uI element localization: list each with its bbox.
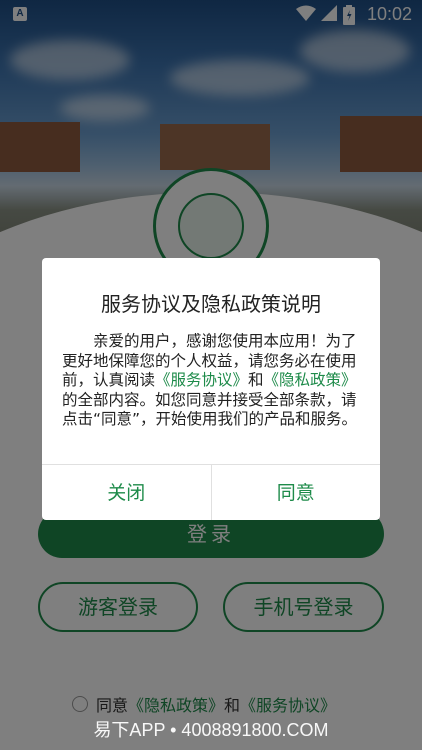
dialog-privacy-link[interactable]: 《隐私政策》 — [264, 371, 357, 389]
agree-button[interactable]: 同意 — [210, 465, 381, 520]
privacy-dialog: 服务协议及隐私政策说明 亲爱的用户，感谢您使用本应用！为了更好地保障您的个人权益… — [42, 258, 380, 520]
dialog-footer: 关闭 同意 — [42, 464, 380, 520]
dialog-service-link[interactable]: 《服务协议》 — [155, 371, 248, 389]
dialog-and: 和 — [248, 371, 264, 389]
dialog-body: 亲爱的用户，感谢您使用本应用！为了更好地保障您的个人权益，请您务必在使用前，认真… — [62, 332, 362, 430]
watermark: 易下APP • 4008891800.COM — [93, 720, 329, 740]
dialog-body-text-2: 的全部内容。如您同意并接受全部条款，请点击“同意”，开始使用我们的产品和服务。 — [62, 390, 358, 429]
dialog-title: 服务协议及隐私政策说明 — [101, 292, 321, 316]
close-button[interactable]: 关闭 — [42, 465, 211, 520]
